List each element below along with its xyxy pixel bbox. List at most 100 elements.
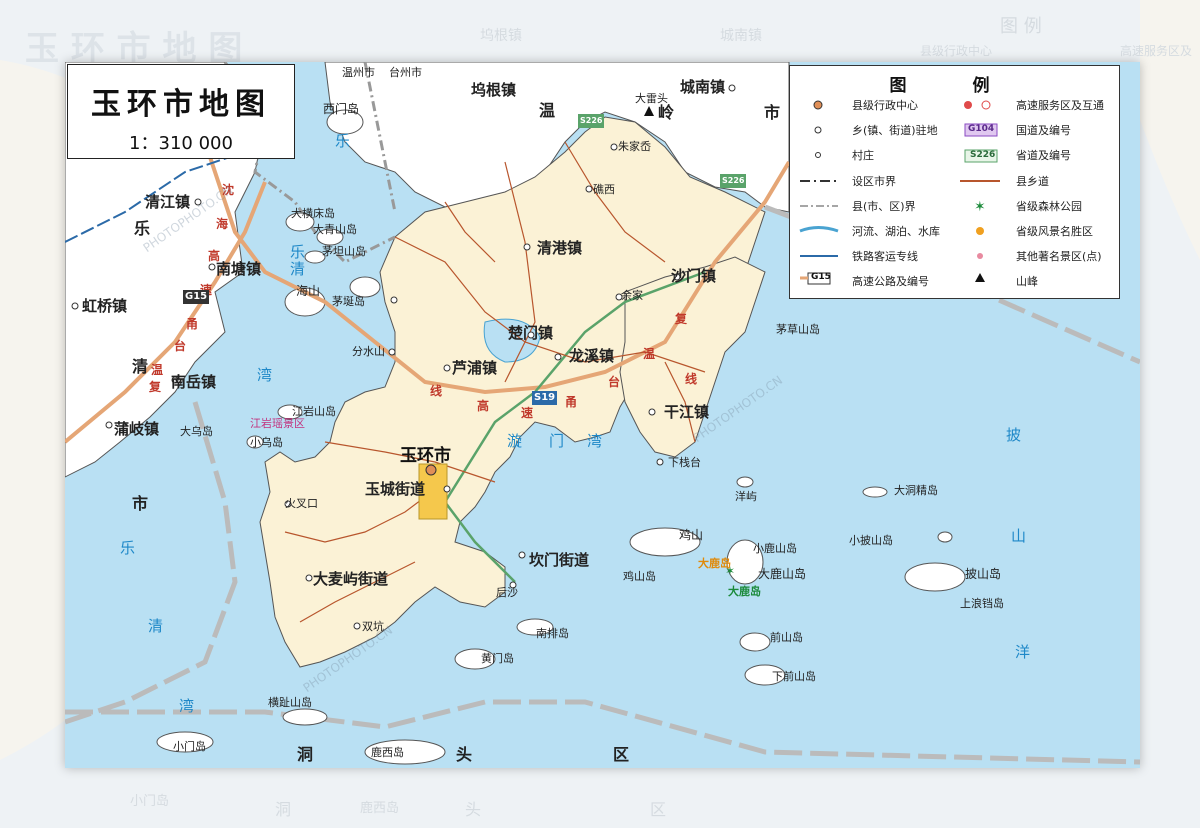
label-island: 披山岛 <box>965 567 1002 581</box>
label-island: 海山 <box>296 284 321 298</box>
label-island: 上浪铛岛 <box>960 597 1004 610</box>
label-island: 前山岛 <box>770 631 803 644</box>
label-village: 朱家岙 <box>618 140 651 153</box>
label-town[interactable]: 芦浦镇 <box>452 361 497 376</box>
label-region: 区 <box>613 745 630 764</box>
label-town[interactable]: 大麦屿街道 <box>313 572 388 587</box>
label-highway: 速 <box>521 406 534 420</box>
label-highway: 复 <box>149 380 162 394</box>
legend-badge-g15: G15 <box>811 272 831 282</box>
legend-badge-g104: G104 <box>968 124 995 134</box>
legend-county-boundary: 县(市、区)界 <box>852 200 916 213</box>
label-town[interactable]: 南岳镇 <box>171 375 216 390</box>
label-island: 洋屿 <box>735 490 757 503</box>
label-island: 鸡山岛 <box>623 570 656 583</box>
label-village: 礁西 <box>593 183 615 196</box>
label-island: 黄门岛 <box>481 652 514 665</box>
label-highway: 海 <box>216 217 229 231</box>
label-island: 小鹿山岛 <box>753 542 797 555</box>
label-island: 小披山岛 <box>849 534 893 547</box>
label-town[interactable]: 南塘镇 <box>216 262 261 277</box>
label-region: 洞 <box>297 745 314 764</box>
label-sea: 清 <box>290 260 306 278</box>
label-sea: 乐 <box>335 132 351 150</box>
legend-peak: 山峰 <box>1016 275 1038 288</box>
legend-county-road: 县乡道 <box>1016 175 1049 188</box>
label-town[interactable]: 清江镇 <box>145 195 190 210</box>
legend-city-boundary: 设区市界 <box>852 175 896 188</box>
legend-provincial-road: 省道及编号 <box>1016 149 1071 162</box>
label-village: 下栈台 <box>668 456 701 469</box>
legend-national-road: 国道及编号 <box>1016 124 1071 137</box>
label-sea: 门 <box>549 432 565 450</box>
label-highway: 甬 <box>565 395 578 409</box>
legend-county-seat: 县级行政中心 <box>852 99 918 112</box>
svg-text:小门岛: 小门岛 <box>130 793 169 809</box>
label-road-badge: S19 <box>532 391 558 405</box>
label-town[interactable]: 坎门街道 <box>529 553 589 568</box>
map-title-box: 玉环市地图 1：310 000 <box>67 64 295 159</box>
label-island: 茅埏岛 <box>332 295 365 308</box>
svg-text:鹿西岛: 鹿西岛 <box>360 800 399 816</box>
label-highway: 复 <box>675 312 688 326</box>
label-town[interactable]: 清港镇 <box>537 241 582 256</box>
label-town[interactable]: 玉城街道 <box>365 482 425 497</box>
label-island: 大鹿山岛 <box>758 567 807 581</box>
label-island: 横趾山岛 <box>268 696 312 709</box>
label-county-seat[interactable]: 玉环市 <box>400 448 451 465</box>
label-region: 清 <box>132 357 149 376</box>
label-town[interactable]: 坞根镇 <box>471 83 516 98</box>
label-town[interactable]: 干江镇 <box>664 405 709 420</box>
label-forest-park: 大鹿岛 <box>728 585 761 598</box>
svg-text:县级行政中心: 县级行政中心 <box>920 43 992 58</box>
legend-village: 村庄 <box>852 149 874 162</box>
label-region: 温 <box>539 101 556 120</box>
label-sea: 洋 <box>1015 643 1031 661</box>
label-highway: 线 <box>685 372 698 386</box>
label-town[interactable]: 虹桥镇 <box>82 299 127 314</box>
svg-text:坞根镇: 坞根镇 <box>480 28 522 44</box>
label-sea: 乐 <box>120 539 136 557</box>
label-highway: 线 <box>430 384 443 398</box>
label-island: 小乌岛 <box>250 436 283 449</box>
legend-rail: 铁路客运专线 <box>852 250 918 263</box>
label-road-badge: S226 <box>578 114 605 128</box>
label-town[interactable]: 龙溪镇 <box>569 349 614 364</box>
label-island: 茅草山岛 <box>776 323 820 336</box>
label-region: 乐 <box>134 219 151 238</box>
map-scale: 1：310 000 <box>129 133 233 154</box>
label-town[interactable]: 蒲岐镇 <box>114 422 159 437</box>
map-panel[interactable]: ✶ 玉环市地图 1：310 000 图 例 ✶ 县级行政中心 乡(镇、街道)驻地… <box>65 62 1140 768</box>
label-sea: 湾 <box>179 697 195 715</box>
label-road-badge: S226 <box>720 174 747 188</box>
label-island: 茅坦山岛 <box>322 245 366 258</box>
label-island: 大洞精岛 <box>894 484 938 497</box>
label-region: 市 <box>132 494 149 513</box>
label-town[interactable]: 沙门镇 <box>671 269 716 284</box>
legend-badge-s226: S226 <box>970 150 996 160</box>
label-highway: 甬 <box>186 317 199 331</box>
label-sea: 清 <box>148 617 164 635</box>
label-village: 余家 <box>621 289 643 302</box>
label-village: 后沙 <box>496 586 518 599</box>
label-island: 大横床岛 <box>291 207 335 220</box>
label-sea: 湾 <box>587 432 603 450</box>
label-island: 南排岛 <box>536 627 569 640</box>
label-sea: 漩 <box>507 432 523 450</box>
label-island: 大青山岛 <box>313 223 357 236</box>
svg-text:洞: 洞 <box>275 800 291 819</box>
label-sea: 山 <box>1011 527 1027 545</box>
label-sea: 乐 <box>290 243 306 261</box>
legend-river: 河流、湖泊、水库 <box>852 225 940 238</box>
label-town[interactable]: 城南镇 <box>680 80 725 95</box>
label-highway: 温 <box>151 363 164 377</box>
svg-text:区: 区 <box>650 800 666 819</box>
label-island: 小门岛 <box>173 740 206 753</box>
label-town[interactable]: 楚门镇 <box>508 326 553 341</box>
legend-highway: 高速公路及编号 <box>852 275 929 288</box>
svg-text:✶: ✶ <box>974 199 986 215</box>
legend-town-seat: 乡(镇、街道)驻地 <box>852 124 938 137</box>
label-highway: 温 <box>643 347 656 361</box>
label-region: 岭 <box>658 103 675 122</box>
label-highway: 高 <box>208 249 221 263</box>
